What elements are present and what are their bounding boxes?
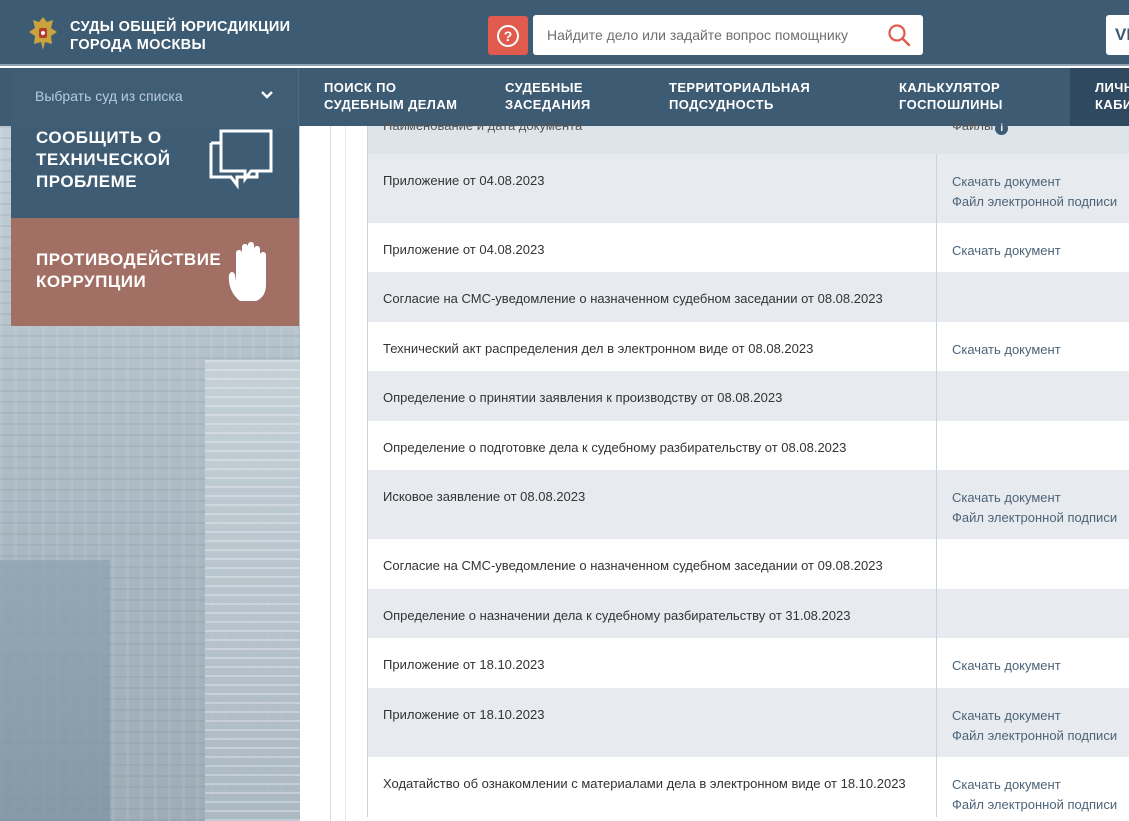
nav-case-search[interactable]: ПОИСК ПО СУДЕБНЫМ ДЕЛАМ bbox=[324, 79, 457, 113]
download-document-link[interactable]: Скачать документ bbox=[952, 241, 1061, 261]
corruption-line: ПРОТИВОДЕЙСТВИЕ bbox=[36, 250, 222, 269]
help-button[interactable]: ? bbox=[488, 16, 528, 55]
document-name: Технический акт распределения дел в элек… bbox=[383, 341, 814, 356]
document-files-cell: Скачать документ Файл электронной подписи bbox=[936, 154, 1117, 223]
document-files-cell bbox=[936, 371, 952, 421]
brand-line-2: ГОРОДА МОСКВЫ bbox=[70, 37, 206, 53]
nav-label: КАБИ bbox=[1095, 97, 1129, 112]
document-files-cell: Скачать документ bbox=[936, 322, 1061, 371]
signature-file-link[interactable]: Файл электронной подписи bbox=[952, 192, 1117, 212]
report-problem-banner[interactable]: СООБЩИТЬ О ТЕХНИЧЕСКОЙ ПРОБЛЕМЕ bbox=[11, 126, 299, 218]
document-name: Определение о подготовке дела к судебном… bbox=[383, 440, 847, 455]
coat-of-arms-icon[interactable] bbox=[27, 14, 59, 52]
nav-label: ГОСПОШЛИНЫ bbox=[899, 97, 1003, 112]
site-header: СУДЫ ОБЩЕЙ ЮРИСДИКЦИИ ГОРОДА МОСКВЫ ? VK bbox=[0, 0, 1129, 66]
document-files-cell bbox=[936, 272, 952, 322]
documents-table: Наименование и дата документа Файлы i При… bbox=[367, 118, 1129, 817]
document-name: Исковое заявление от 08.08.2023 bbox=[383, 489, 586, 504]
table-row: Технический акт распределения дел в элек… bbox=[367, 322, 1129, 371]
document-name: Приложение от 18.10.2023 bbox=[383, 657, 545, 672]
stop-hand-icon bbox=[228, 242, 266, 301]
document-name: Приложение от 04.08.2023 bbox=[383, 242, 545, 257]
document-files-cell: Скачать документ bbox=[936, 223, 1061, 272]
document-files-cell bbox=[936, 589, 952, 638]
table-row: Приложение от 18.10.2023 Скачать документ bbox=[367, 638, 1129, 688]
search-icon[interactable] bbox=[887, 23, 911, 47]
document-name: Определение о назначении дела к судебном… bbox=[383, 608, 851, 623]
content-divider bbox=[345, 126, 346, 821]
nav-label: ЛИЧН bbox=[1095, 80, 1129, 95]
search-box bbox=[533, 15, 923, 55]
signature-file-link[interactable]: Файл электронной подписи bbox=[952, 795, 1117, 815]
search-input[interactable] bbox=[547, 24, 877, 46]
column-header-files: Файлы i bbox=[952, 118, 1009, 135]
table-row: Определение о подготовке дела к судебном… bbox=[367, 421, 1129, 470]
background-building bbox=[0, 560, 110, 821]
download-document-link[interactable]: Скачать документ bbox=[952, 172, 1117, 192]
signature-file-link[interactable]: Файл электронной подписи bbox=[952, 508, 1117, 528]
court-select-dropdown[interactable]: Выбрать суд из списка bbox=[11, 68, 299, 126]
download-document-link[interactable]: Скачать документ bbox=[952, 340, 1061, 360]
table-row: Ходатайство об ознакомлении с материалам… bbox=[367, 757, 1129, 817]
report-problem-title: СООБЩИТЬ О ТЕХНИЧЕСКОЙ ПРОБЛЕМЕ bbox=[36, 127, 170, 193]
document-files-cell: Скачать документ Файл электронной подписи bbox=[936, 757, 1117, 817]
document-files-cell: Скачать документ Файл электронной подписи bbox=[936, 688, 1117, 757]
vk-button[interactable]: VK bbox=[1106, 15, 1129, 55]
background-tower bbox=[205, 360, 300, 821]
download-document-link[interactable]: Скачать документ bbox=[952, 656, 1061, 676]
svg-text:?: ? bbox=[504, 28, 513, 44]
table-body: Приложение от 04.08.2023 Скачать документ… bbox=[367, 154, 1129, 817]
signature-file-link[interactable]: Файл электронной подписи bbox=[952, 726, 1117, 746]
document-files-cell bbox=[936, 421, 952, 470]
nav-label: ПОДСУДНОСТЬ bbox=[669, 97, 774, 112]
download-document-link[interactable]: Скачать документ bbox=[952, 706, 1117, 726]
nav-label: ЗАСЕДАНИЯ bbox=[505, 97, 591, 112]
corruption-line: КОРРУПЦИИ bbox=[36, 272, 147, 291]
nav-label: СУДЕБНЫЕ bbox=[505, 80, 583, 95]
document-name: Определение о принятии заявления к произ… bbox=[383, 390, 783, 405]
table-row: Согласие на СМС-уведомление о назначенно… bbox=[367, 272, 1129, 322]
document-name: Ходатайство об ознакомлении с материалам… bbox=[383, 776, 906, 791]
anti-corruption-banner[interactable]: ПРОТИВОДЕЙСТВИЕ КОРРУПЦИИ bbox=[11, 218, 299, 326]
chevron-down-icon bbox=[261, 91, 273, 99]
table-row: Определение о назначении дела к судебном… bbox=[367, 589, 1129, 638]
info-icon[interactable]: i bbox=[995, 122, 1009, 135]
table-header: Наименование и дата документа Файлы i bbox=[367, 118, 1129, 154]
nav-jurisdiction[interactable]: ТЕРРИТОРИАЛЬНАЯ ПОДСУДНОСТЬ bbox=[669, 79, 810, 113]
question-circle-icon: ? bbox=[497, 24, 519, 47]
nav-personal-account[interactable]: ЛИЧН КАБИ bbox=[1095, 79, 1129, 113]
column-header-name: Наименование и дата документа bbox=[383, 118, 583, 133]
document-files-cell: Скачать документ bbox=[936, 638, 1061, 688]
column-header-files-label: Файлы bbox=[952, 118, 994, 133]
table-row: Определение о принятии заявления к произ… bbox=[367, 371, 1129, 421]
court-select-label: Выбрать суд из списка bbox=[35, 88, 183, 104]
table-row: Приложение от 04.08.2023 Скачать документ bbox=[367, 223, 1129, 272]
site-brand[interactable]: СУДЫ ОБЩЕЙ ЮРИСДИКЦИИ ГОРОДА МОСКВЫ bbox=[70, 18, 290, 54]
table-row: Исковое заявление от 08.08.2023 Скачать д… bbox=[367, 470, 1129, 539]
download-document-link[interactable]: Скачать документ bbox=[952, 775, 1117, 795]
nav-label: ПОИСК ПО bbox=[324, 80, 397, 95]
table-row: Согласие на СМС-уведомление о назначенно… bbox=[367, 539, 1129, 589]
nav-court-sessions[interactable]: СУДЕБНЫЕ ЗАСЕДАНИЯ bbox=[505, 79, 591, 113]
table-row: Приложение от 04.08.2023 Скачать документ… bbox=[367, 154, 1129, 223]
report-line: СООБЩИТЬ О bbox=[36, 128, 162, 147]
report-line: ТЕХНИЧЕСКОЙ bbox=[36, 150, 171, 169]
report-line: ПРОБЛЕМЕ bbox=[36, 172, 138, 191]
nav-label: ТЕРРИТОРИАЛЬНАЯ bbox=[669, 80, 811, 95]
document-name: Приложение от 04.08.2023 bbox=[383, 173, 545, 188]
chat-bubbles-icon bbox=[209, 129, 273, 190]
document-name: Согласие на СМС-уведомление о назначенно… bbox=[383, 558, 883, 573]
document-files-cell: Скачать документ Файл электронной подписи bbox=[936, 470, 1117, 539]
document-name: Приложение от 18.10.2023 bbox=[383, 707, 545, 722]
content-divider bbox=[330, 126, 331, 821]
document-name: Согласие на СМС-уведомление о назначенно… bbox=[383, 291, 883, 306]
nav-label: КАЛЬКУЛЯТОР bbox=[899, 80, 1001, 95]
anti-corruption-title: ПРОТИВОДЕЙСТВИЕ КОРРУПЦИИ bbox=[36, 249, 221, 293]
download-document-link[interactable]: Скачать документ bbox=[952, 488, 1117, 508]
table-row: Приложение от 18.10.2023 Скачать документ… bbox=[367, 688, 1129, 757]
document-files-cell bbox=[936, 539, 952, 589]
brand-line-1: СУДЫ ОБЩЕЙ ЮРИСДИКЦИИ bbox=[70, 19, 291, 35]
nav-label: СУДЕБНЫМ ДЕЛАМ bbox=[324, 97, 458, 112]
nav-fee-calculator[interactable]: КАЛЬКУЛЯТОР ГОСПОШЛИНЫ bbox=[899, 79, 1003, 113]
